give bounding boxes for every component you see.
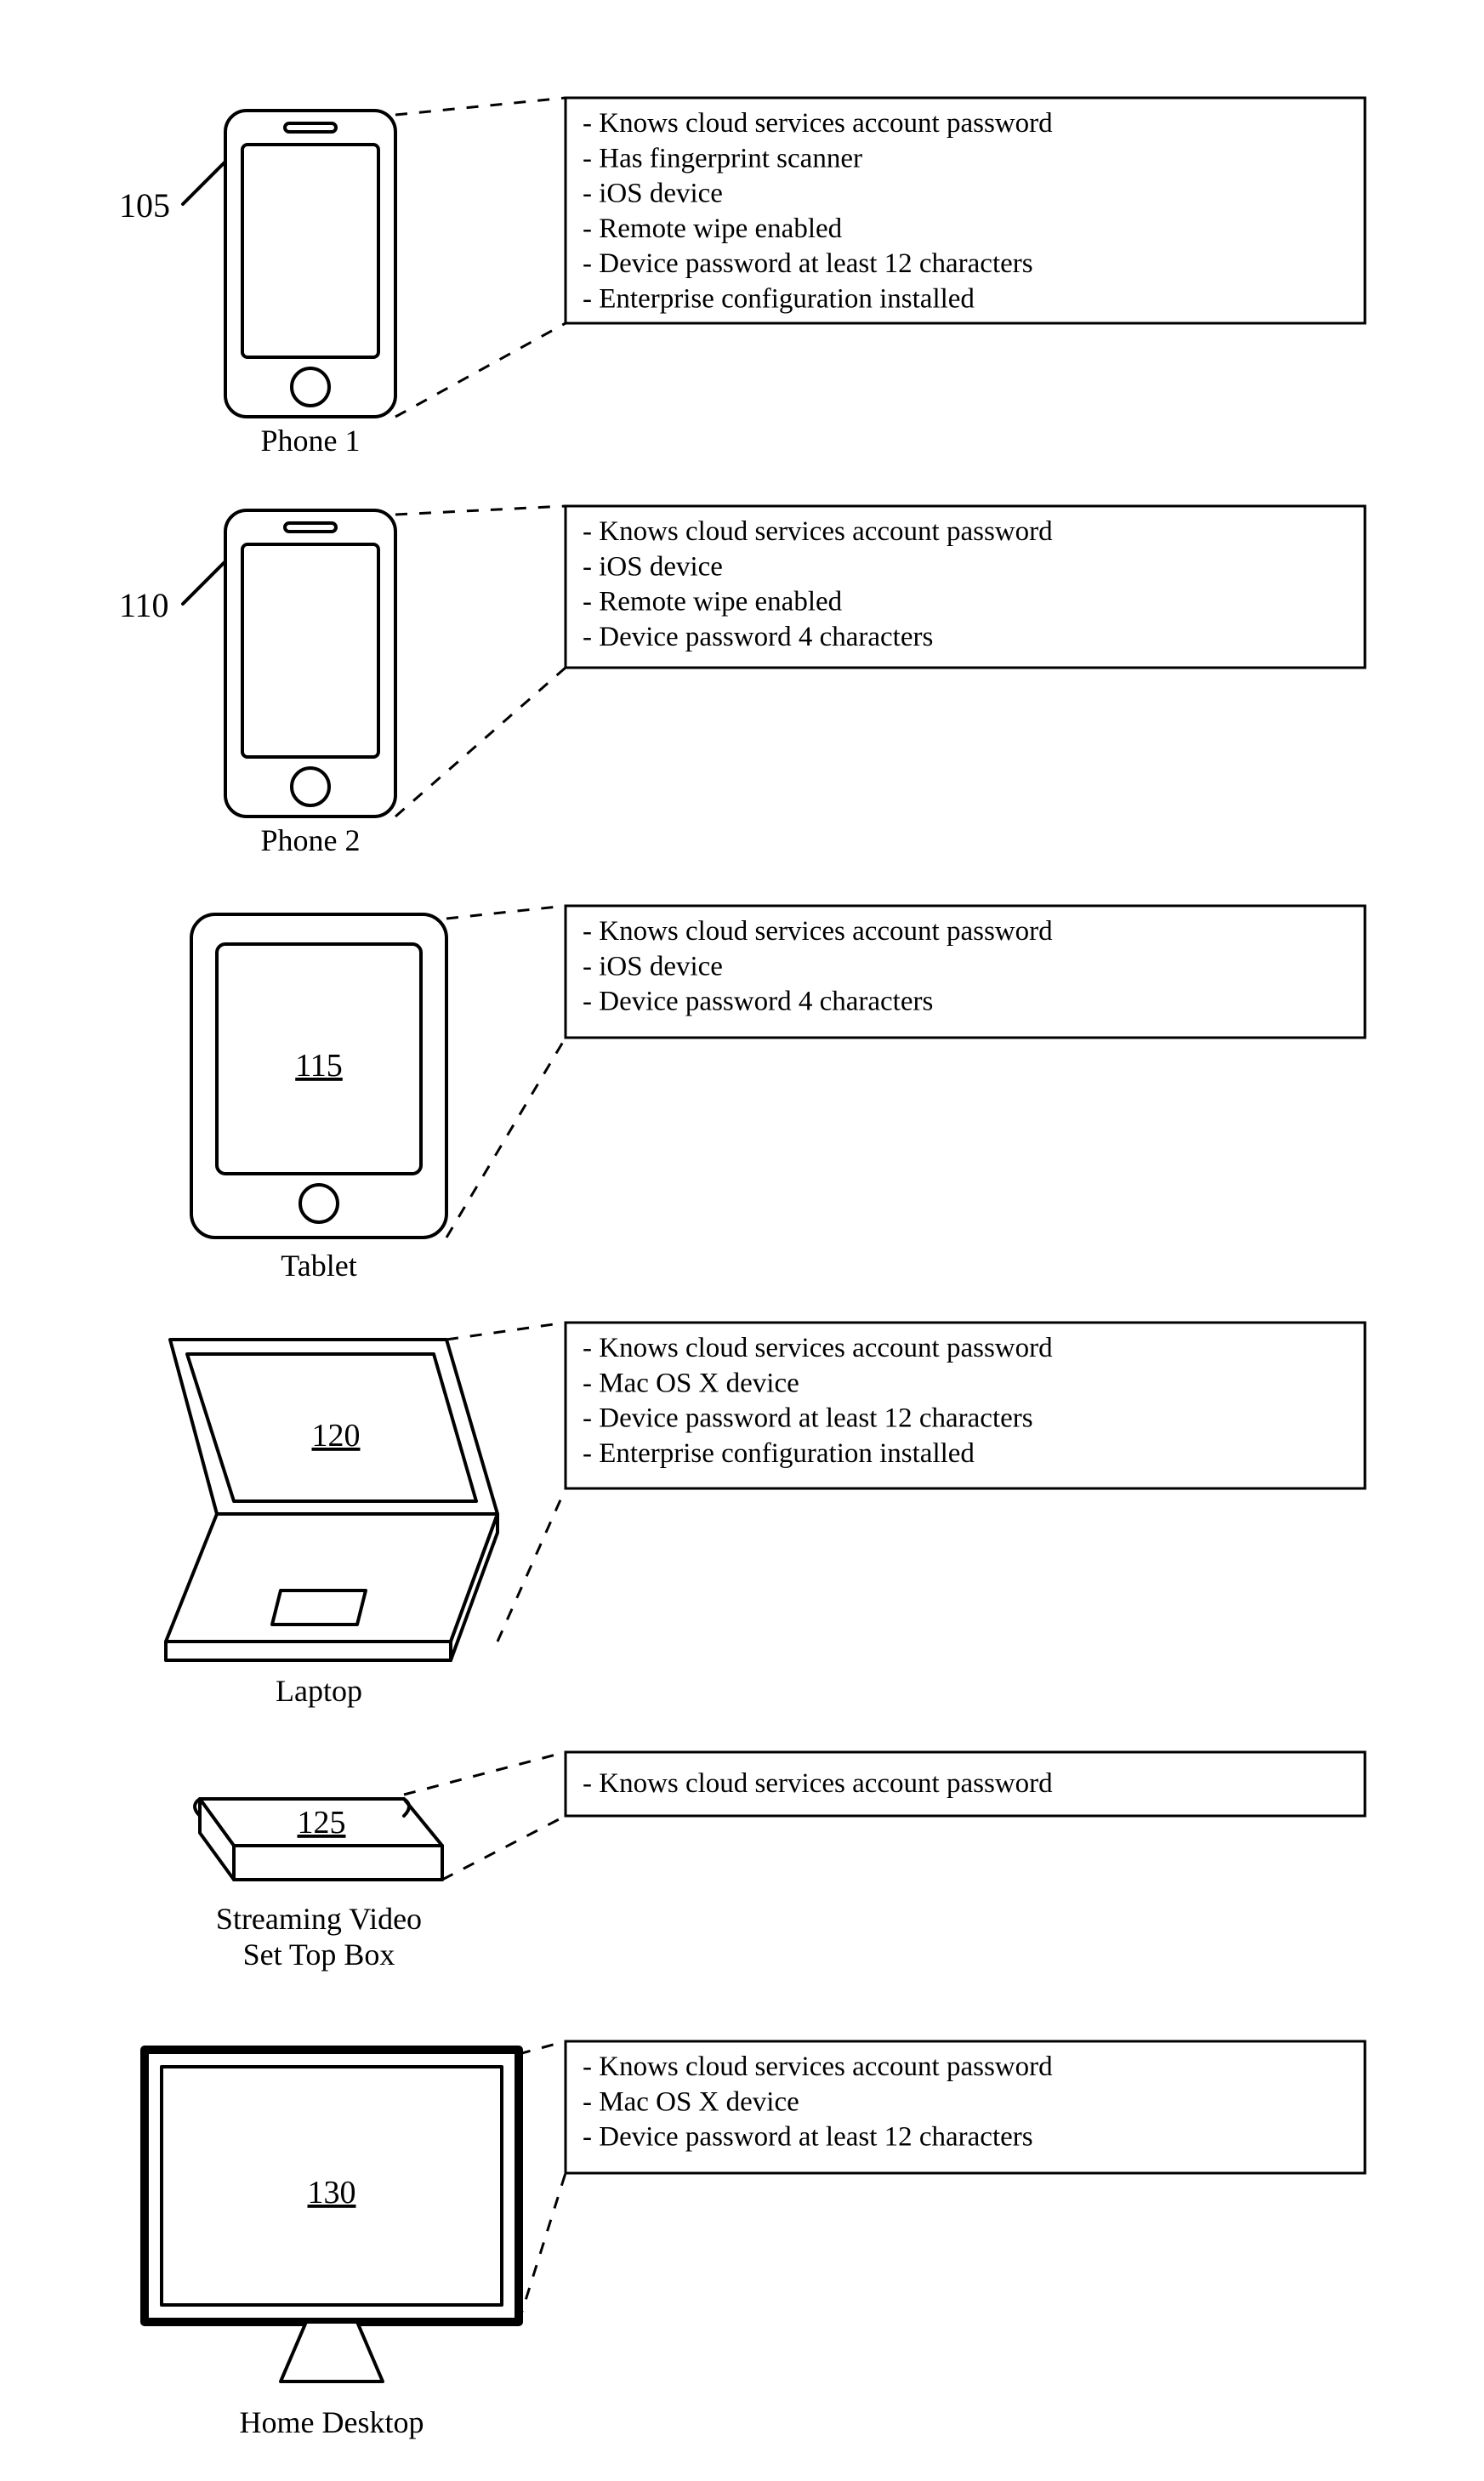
- device-settop: 125 Streaming Video Set Top Box - Knows …: [195, 1752, 1365, 1972]
- caption-desktop: Home Desktop: [240, 2405, 424, 2439]
- ref-phone1: 105: [119, 186, 170, 225]
- props-settop: - Knows cloud services account password: [583, 1768, 1053, 1799]
- caption-phone2: Phone 2: [261, 823, 361, 857]
- ref-desktop: 130: [308, 2175, 356, 2211]
- caption-laptop: Laptop: [276, 1674, 362, 1708]
- diagram-root: 105 Phone 1 - Knows cloud services accou…: [0, 0, 1484, 2481]
- device-tablet: 115 Tablet - Knows cloud services accoun…: [191, 906, 1365, 1283]
- ref-phone2: 110: [119, 586, 169, 624]
- caption-settop-2: Set Top Box: [243, 1938, 395, 1972]
- caption-settop-1: Streaming Video: [216, 1902, 422, 1936]
- device-laptop: 120 Laptop - Knows cloud services accoun…: [166, 1323, 1365, 1708]
- device-desktop: 130 Home Desktop - Knows cloud services …: [145, 2041, 1365, 2439]
- caption-tablet: Tablet: [281, 1249, 356, 1283]
- ref-laptop: 120: [312, 1418, 361, 1454]
- ref-tablet: 115: [295, 1048, 343, 1084]
- device-phone2: 110 Phone 2 - Knows cloud services accou…: [119, 506, 1365, 857]
- device-phone1: 105 Phone 1 - Knows cloud services accou…: [119, 98, 1365, 458]
- ref-settop: 125: [298, 1805, 346, 1841]
- caption-phone1: Phone 1: [261, 424, 361, 458]
